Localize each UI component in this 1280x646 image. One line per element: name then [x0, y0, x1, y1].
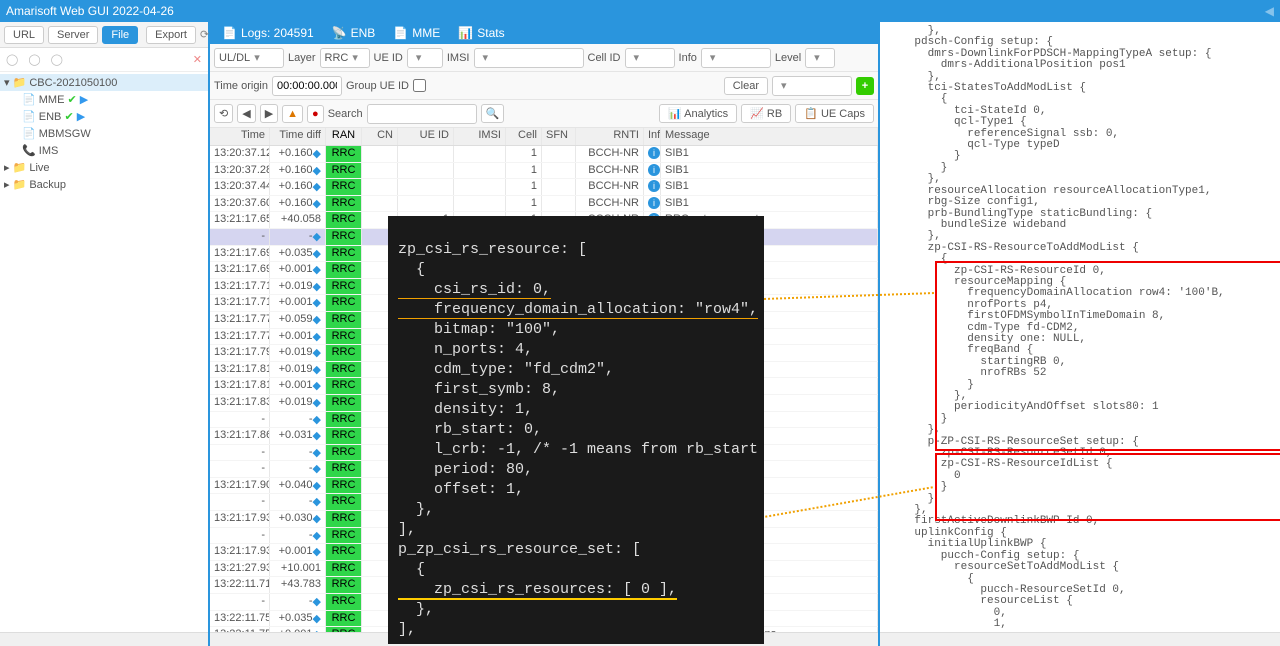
file-button[interactable]: File: [102, 26, 138, 44]
time-origin-label: Time origin: [214, 80, 268, 92]
layer-label: Layer: [288, 52, 316, 64]
tree-mme[interactable]: 📄 MME ✔ ▶: [18, 91, 208, 108]
level-combo[interactable]: ▾: [805, 48, 835, 68]
table-row[interactable]: 13:20:37.281+0.160◆RRC1BCCH-NRiSIB1: [210, 163, 878, 180]
cellid-combo[interactable]: ▾: [625, 48, 675, 68]
error-icon[interactable]: ●: [307, 105, 324, 123]
detail-panel: }, pdsch-Config setup: { dmrs-DownlinkFo…: [880, 22, 1280, 646]
server-button[interactable]: Server: [48, 26, 98, 44]
tab-stats[interactable]: 📊Stats: [450, 24, 512, 42]
side-icons: ◯ ◯ ◯ ✕: [0, 48, 208, 72]
tree-mbmsgw[interactable]: 📄 MBMSGW: [18, 125, 208, 142]
prev-icon[interactable]: ◯: [6, 53, 18, 66]
tab-mme[interactable]: 📄MME: [385, 24, 448, 42]
overlay-code-block: zp_csi_rs_resource: [ { csi_rs_id: 0, fr…: [388, 216, 764, 644]
highlight-box-1: [935, 261, 1280, 451]
ueid-label: UE ID: [374, 52, 403, 64]
tree-root[interactable]: ▾ 📁 CBC-2021050100: [0, 74, 208, 91]
app-title: Amarisoft Web GUI 2022-04-26: [6, 4, 1265, 18]
refresh-icon[interactable]: ⟳: [200, 28, 209, 41]
play-icon[interactable]: ◯: [28, 53, 40, 66]
imsi-combo[interactable]: ▾: [474, 48, 584, 68]
table-header: TimeTime diff RANCN UE IDIMSI CellSFN RN…: [210, 128, 878, 146]
app-header: Amarisoft Web GUI 2022-04-26 ◀: [0, 0, 1280, 22]
table-row[interactable]: 13:20:37.121+0.160◆RRC1BCCH-NRiSIB1: [210, 146, 878, 163]
search-input[interactable]: [367, 104, 477, 124]
close-icon[interactable]: ✕: [193, 53, 202, 66]
main-tabs: 📄Logs: 204591 📡ENB 📄MME 📊Stats: [210, 22, 878, 44]
file-tree: ▾ 📁 CBC-2021050100 📄 MME ✔ ▶ 📄 ENB ✔ ▶ 📄…: [0, 72, 208, 632]
time-origin-input[interactable]: [272, 76, 342, 96]
info-combo[interactable]: ▾: [701, 48, 771, 68]
clear-combo[interactable]: ▾: [772, 76, 852, 96]
layer-combo[interactable]: RRC▾: [320, 48, 370, 68]
uecaps-button[interactable]: 📋 UE Caps: [795, 104, 874, 123]
rb-button[interactable]: 📈 RB: [741, 104, 791, 123]
nav-next-icon[interactable]: ▶: [260, 104, 278, 123]
nav-prev-icon[interactable]: ◀: [237, 104, 255, 123]
tree-ims[interactable]: 📞 IMS: [18, 142, 208, 159]
tree-live[interactable]: ▸ 📁 Live: [0, 159, 208, 176]
tab-enb[interactable]: 📡ENB: [324, 24, 384, 42]
add-icon[interactable]: +: [856, 77, 874, 95]
collapse-icon[interactable]: ◀: [1265, 4, 1274, 18]
ueid-combo[interactable]: ▾: [407, 48, 443, 68]
tree-enb[interactable]: 📄 ENB ✔ ▶: [18, 108, 208, 125]
sidebar: URL Server File Export ⟳ ◯ ◯ ◯ ✕ ▾ 📁 CBC…: [0, 22, 210, 646]
level-label: Level: [775, 52, 801, 64]
tab-logs[interactable]: 📄Logs: 204591: [214, 24, 322, 42]
analytics-button[interactable]: 📊 Analytics: [659, 104, 737, 123]
url-button[interactable]: URL: [4, 26, 44, 44]
search-label: Search: [328, 108, 363, 120]
export-button[interactable]: Export: [146, 26, 196, 44]
tree-backup[interactable]: ▸ 📁 Backup: [0, 176, 208, 193]
cellid-label: Cell ID: [588, 52, 621, 64]
binoculars-icon[interactable]: 🔍: [481, 104, 505, 123]
uldl-combo[interactable]: UL/DL▾: [214, 48, 284, 68]
highlight-box-2: [935, 453, 1280, 521]
table-row[interactable]: 13:20:37.601+0.160◆RRC1BCCH-NRiSIB1: [210, 196, 878, 213]
group-checkbox[interactable]: [413, 79, 426, 92]
group-label: Group UE ID: [346, 80, 409, 92]
table-row[interactable]: 13:20:37.441+0.160◆RRC1BCCH-NRiSIB1: [210, 179, 878, 196]
stop-icon[interactable]: ◯: [51, 53, 63, 66]
info-label: Info: [679, 52, 697, 64]
clear-button[interactable]: Clear: [724, 77, 768, 95]
nav-first-icon[interactable]: ⟲: [214, 104, 233, 123]
warn-icon[interactable]: ▲: [282, 105, 303, 123]
imsi-label: IMSI: [447, 52, 470, 64]
